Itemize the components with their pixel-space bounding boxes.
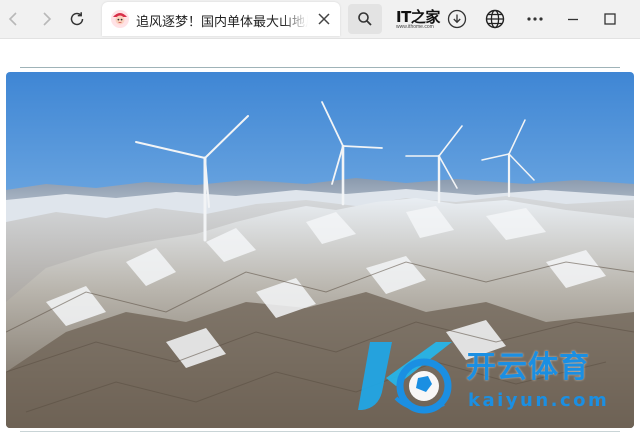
close-icon[interactable] [316, 11, 332, 27]
forward-arrow-icon[interactable] [34, 7, 58, 31]
logo-url: www.ithome.com [396, 24, 434, 30]
more-horizontal-icon[interactable] [523, 7, 547, 31]
watermark-text-cn: 开云体育 [466, 350, 590, 385]
watermark-text-en: kaiyun.com [468, 390, 610, 411]
reload-icon[interactable] [65, 7, 89, 31]
globe-icon[interactable] [483, 7, 507, 31]
ithome-logo[interactable]: IT之家 www.ithome.com [396, 6, 440, 32]
browser-toolbar: 追风逐梦！国内单体最大山地风电 IT之家 www.ithome.com [0, 0, 640, 39]
divider [20, 431, 620, 432]
maximize-icon[interactable] [598, 7, 622, 31]
search-icon [358, 12, 372, 26]
tab-title: 追风逐梦！国内单体最大山地风电 [136, 14, 308, 29]
divider [20, 67, 620, 68]
search-button[interactable] [348, 4, 382, 34]
back-arrow-icon[interactable] [2, 7, 26, 31]
site-favicon-icon [110, 9, 130, 29]
active-tab[interactable]: 追风逐梦！国内单体最大山地风电 [102, 2, 340, 36]
watermark-logo-icon [358, 342, 452, 414]
download-icon[interactable] [445, 7, 469, 31]
watermark: 开云体育 kaiyun.com [356, 338, 636, 416]
minimize-icon[interactable] [561, 7, 585, 31]
